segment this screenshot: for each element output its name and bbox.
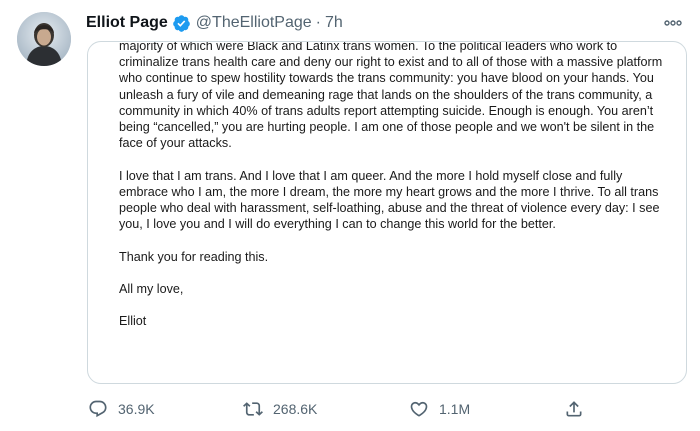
reply-button[interactable]: 36.9K <box>88 398 155 420</box>
avatar-image <box>17 12 71 66</box>
display-name[interactable]: Elliot Page <box>86 14 168 32</box>
timestamp[interactable]: 7h <box>325 14 343 32</box>
like-count: 1.1M <box>439 401 471 417</box>
letter-paragraph: All my love, <box>119 282 184 296</box>
tweet-image[interactable]: majority of which were Black and Latinx … <box>87 41 687 384</box>
avatar[interactable] <box>17 12 71 66</box>
share-icon <box>566 401 582 417</box>
letter-paragraph: Thank you for reading this. <box>119 249 269 264</box>
letter-paragraph: majority of which were Black and Latinx … <box>119 41 663 151</box>
action-bar: 36.9K 268.6K 1.1M <box>86 398 586 420</box>
share-button[interactable] <box>564 398 584 420</box>
retweet-icon <box>243 402 263 416</box>
letter-text: majority of which were Black and Latinx … <box>119 41 667 346</box>
tweet-header: Elliot Page @TheElliotPage · 7h <box>86 12 343 34</box>
separator-dot: · <box>315 14 321 31</box>
retweet-button[interactable]: 268.6K <box>243 398 317 420</box>
retweet-count: 268.6K <box>273 401 318 417</box>
more-horizontal-icon <box>664 20 682 26</box>
like-button[interactable]: 1.1M <box>409 398 470 420</box>
letter-paragraph: I love that I am trans. And I love that … <box>119 168 660 232</box>
letter-signature: Elliot <box>119 314 147 329</box>
user-handle[interactable]: @TheElliotPage <box>196 14 312 32</box>
heart-icon <box>410 401 428 417</box>
reply-count: 36.9K <box>118 401 155 417</box>
tweet: Elliot Page @TheElliotPage · 7h majority… <box>0 0 700 431</box>
reply-icon <box>89 400 107 418</box>
more-options-button[interactable] <box>660 10 686 36</box>
verified-badge-icon <box>172 14 191 33</box>
